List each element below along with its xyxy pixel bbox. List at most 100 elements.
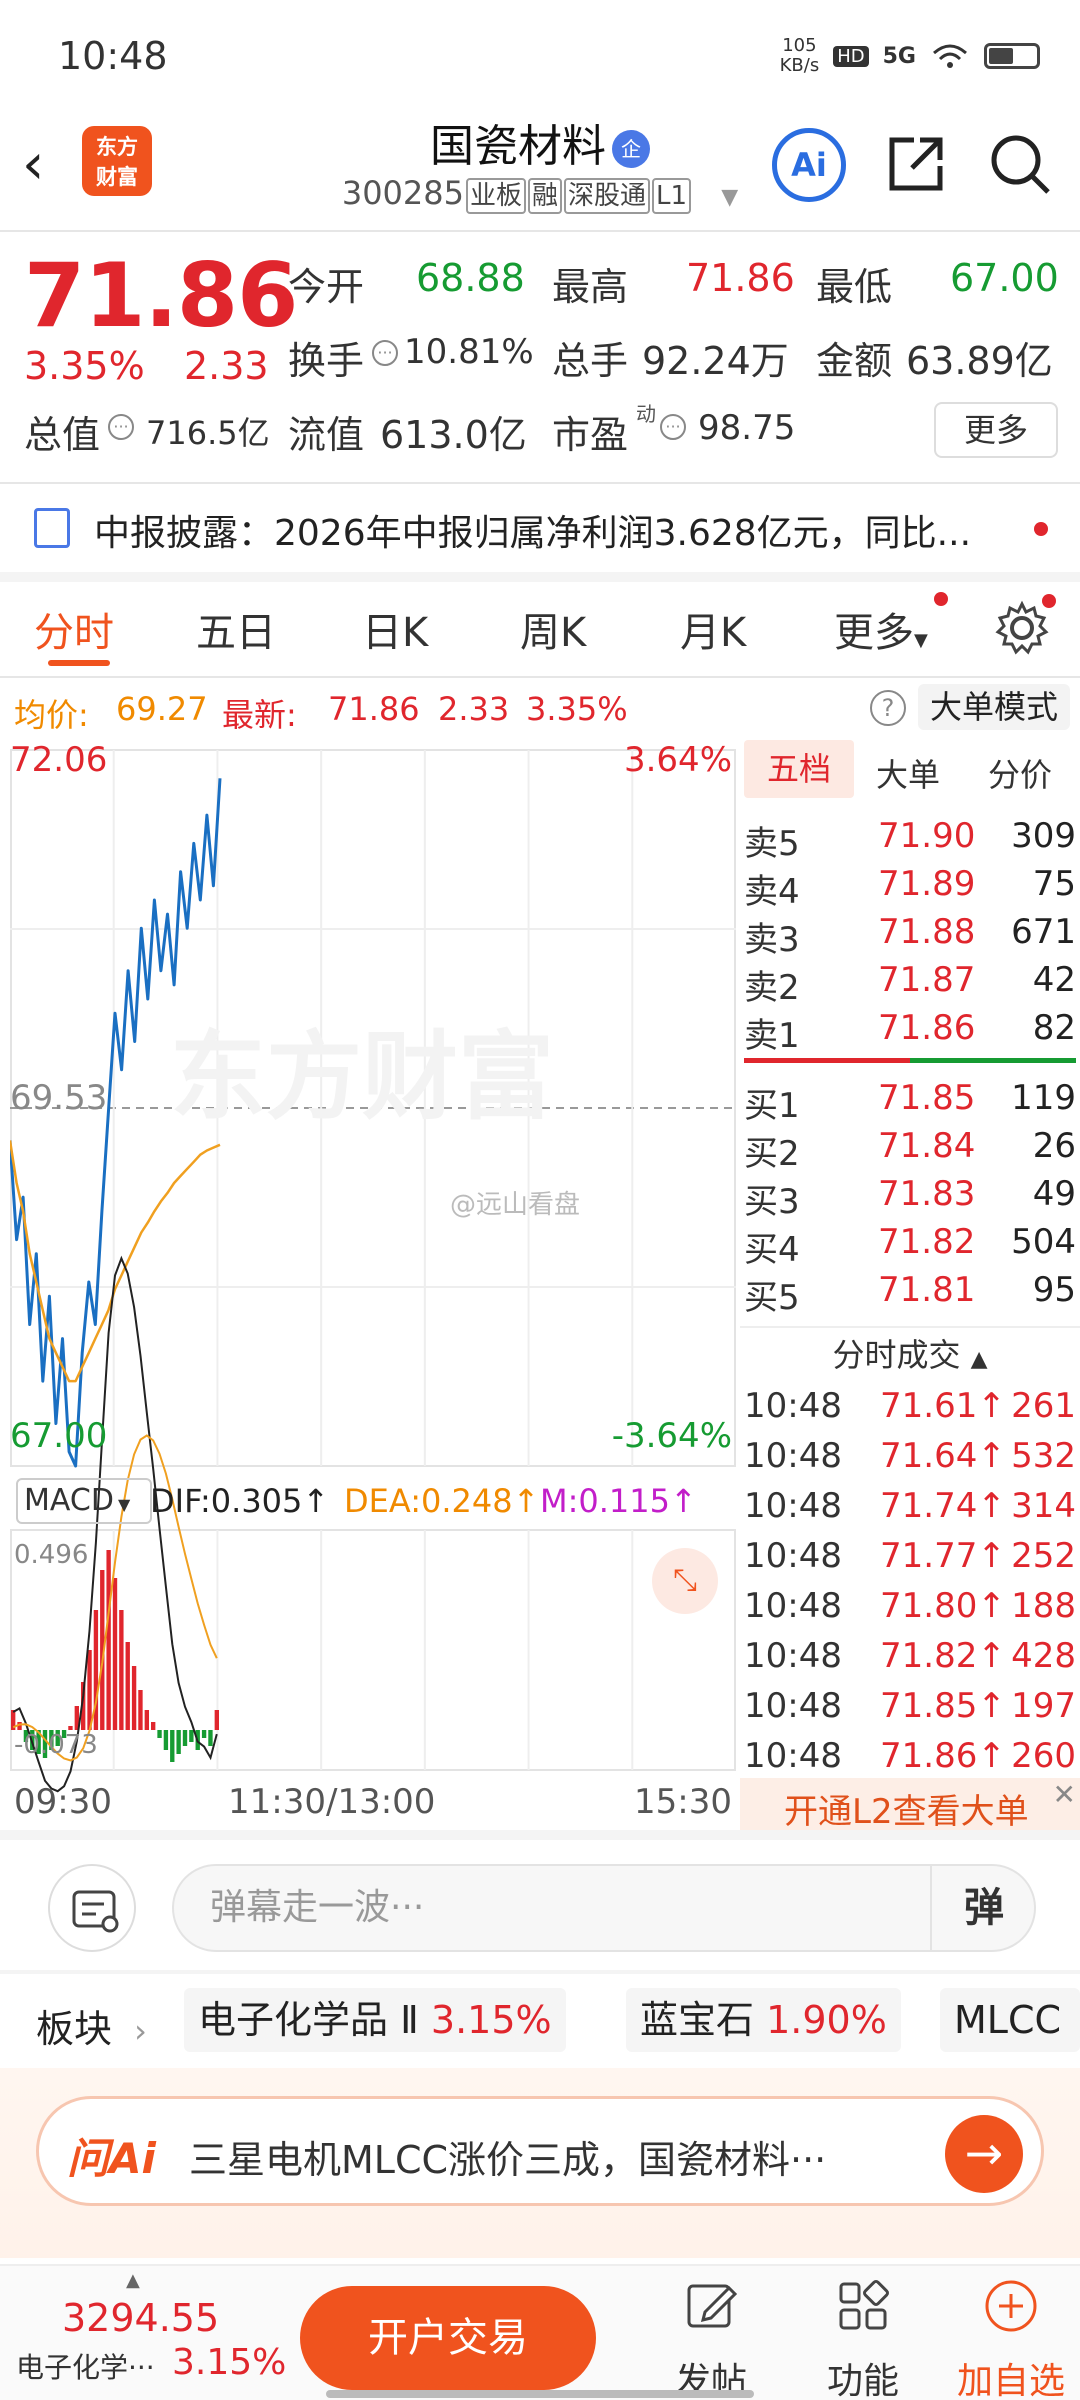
trade-price: 71.80↑ (880, 1586, 1006, 1626)
help-icon[interactable]: ? (870, 690, 906, 726)
document-icon (34, 508, 70, 548)
nav-post[interactable]: 发帖 (646, 2278, 776, 2400)
float-cap-value: 613.0亿 (380, 413, 527, 457)
close-icon[interactable]: ✕ (1053, 1778, 1076, 1811)
x-tick-midday: 11:30/13:00 (228, 1782, 436, 1822)
macd-bar (125, 1642, 130, 1730)
market-cap-info-icon[interactable]: ··· (108, 414, 134, 440)
bid-row[interactable]: 买3 71.83 49 (744, 1168, 1076, 1222)
macd-m: M:0.115↑ (540, 1482, 697, 1520)
bid-row[interactable]: 买2 71.84 26 (744, 1120, 1076, 1174)
danmu-toggle-button[interactable]: 弹 (930, 1864, 1036, 1952)
dropdown-triangle-icon[interactable]: ▼ (721, 185, 738, 210)
l2-promo-bar[interactable]: 开通L2查看大单 ✕ (740, 1778, 1080, 1832)
trade-volume: 260 (1011, 1736, 1076, 1776)
share-icon[interactable] (884, 132, 948, 196)
back-button[interactable]: ‹ (22, 130, 72, 200)
y-axis-top-label: 72.06 (10, 740, 108, 780)
macd-bar (176, 1730, 181, 1754)
tab-five-day[interactable]: 五日 (196, 600, 276, 658)
chevron-right-icon: › (134, 2012, 147, 2050)
divider (0, 676, 1080, 678)
amount-value: 63.89亿 (906, 339, 1053, 383)
ask-row[interactable]: 卖5 71.90 309 (744, 810, 1076, 864)
notice-banner[interactable]: 中报披露：2026年中报归属净利润3.628亿元，同比... (0, 484, 1080, 572)
gear-icon[interactable] (994, 600, 1050, 656)
bid-row[interactable]: 买1 71.85 119 (744, 1072, 1076, 1126)
caret-up-icon: ▲ (970, 1347, 988, 1372)
plus-circle-icon (985, 2280, 1037, 2332)
tag-board: 业板 (465, 178, 526, 214)
tab-monthly-k[interactable]: 月K (680, 600, 746, 658)
bid-price: 71.81 (878, 1270, 976, 1310)
ask-row[interactable]: 卖1 71.86 82 (744, 1002, 1076, 1056)
tab-indicator (48, 660, 110, 666)
intraday-chart[interactable]: 东方财富 72.06 69.53 67.00 3.64% -3.64% @远山看… (10, 740, 736, 1830)
sector-index-pct: 3.15% (172, 2342, 287, 2383)
tab-big-orders[interactable]: 大单 (876, 750, 940, 796)
pe-info-icon[interactable]: ··· (660, 414, 686, 440)
stock-code: 300285 (341, 174, 464, 212)
ask-volume: 82 (1032, 1008, 1076, 1048)
l2-promo-text: 开通L2查看大单 (784, 1792, 1029, 1832)
bid-price: 71.83 (878, 1174, 976, 1214)
sector-index-value[interactable]: 3294.55 (62, 2296, 219, 2340)
more-quote-button[interactable]: 更多 (934, 402, 1058, 458)
open-account-trade-button[interactable]: 开户交易 (300, 2286, 596, 2390)
settings-dot (1042, 594, 1056, 608)
danmu-input[interactable]: 弹幕走一波··· (172, 1864, 1036, 1952)
macd-bar (189, 1730, 194, 1742)
arrow-right-icon[interactable]: → (945, 2115, 1023, 2193)
volume-label: 总手 (552, 339, 629, 383)
macd-dea: DEA:0.248↑ (344, 1482, 540, 1520)
macd-bar (201, 1730, 207, 1738)
tab-five-levels[interactable]: 五档 (744, 740, 854, 798)
tab-price-distribution[interactable]: 分价 (988, 750, 1052, 796)
ask-price: 71.87 (878, 960, 976, 1000)
trade-row: 10:48 71.77↑ 252 (744, 1530, 1076, 1580)
trade-price: 71.61↑ (880, 1386, 1006, 1426)
tab-more[interactable]: 更多▼ (834, 600, 928, 658)
indicator-select[interactable]: MACD ▼ (16, 1478, 152, 1524)
nav-add-watchlist[interactable]: 加自选 (946, 2278, 1076, 2400)
search-icon[interactable] (988, 132, 1052, 196)
bid-volume: 95 (1032, 1270, 1076, 1310)
ask-row[interactable]: 卖2 71.87 42 (744, 954, 1076, 1008)
home-indicator[interactable] (326, 2390, 754, 2398)
macd-bar (170, 1730, 175, 1762)
ask-row[interactable]: 卖3 71.88 671 (744, 906, 1076, 960)
macd-bar (144, 1710, 149, 1730)
turnover-info-icon[interactable]: ··· (372, 340, 398, 366)
tab-daily-k[interactable]: 日K (362, 600, 428, 658)
trade-row: 10:48 71.82↑ 428 (744, 1630, 1076, 1680)
big-order-mode-button[interactable]: 大单模式 (918, 684, 1070, 730)
tab-weekly-k[interactable]: 周K (520, 600, 586, 658)
trade-time: 10:48 (744, 1636, 842, 1676)
order-book-tabs: 五档 大单 分价 (740, 740, 1080, 798)
danmu-settings-icon[interactable] (48, 1864, 136, 1952)
sector-chip-electronic-chemicals[interactable]: 电子化学品 Ⅱ 3.15% (184, 1988, 566, 2052)
macd-bar (87, 1650, 92, 1730)
sector-label-text: 板块 (36, 2007, 113, 2051)
trades-title[interactable]: 分时成交 ▲ (740, 1330, 1080, 1376)
turnover-label: 换手 (288, 339, 365, 383)
trade-time: 10:48 (744, 1736, 842, 1776)
sector-chip-sapphire[interactable]: 蓝宝石 1.90% (626, 1988, 901, 2052)
tab-intraday[interactable]: 分时 (34, 600, 114, 658)
ask-ai-box[interactable]: 问Ai 三星电机MLCC涨价三成，国瓷材料··· → (36, 2096, 1044, 2206)
app-logo: 东方 财富 (82, 126, 152, 196)
sector-chip-mlcc[interactable]: MLCC (940, 1988, 1080, 2052)
caret-up-icon[interactable]: ▲ (126, 2270, 140, 2291)
tab-more-dot (934, 592, 948, 606)
pct-axis-top-label: 3.64% (623, 740, 732, 780)
bid-row[interactable]: 买4 71.82 504 (744, 1216, 1076, 1270)
sector-label[interactable]: 板块 › (36, 1998, 147, 2053)
net-speed-unit: KB/s (779, 55, 820, 76)
nav-functions[interactable]: 功能 (798, 2278, 928, 2400)
wifi-icon (933, 44, 967, 68)
ask-row[interactable]: 卖4 71.89 75 (744, 858, 1076, 912)
brand-watermark: 东方财富 (170, 1021, 554, 1133)
expand-icon[interactable]: ⤡ (652, 1548, 718, 1614)
ai-button[interactable]: Ai (772, 128, 846, 202)
bid-row[interactable]: 买5 71.81 95 (744, 1264, 1076, 1318)
